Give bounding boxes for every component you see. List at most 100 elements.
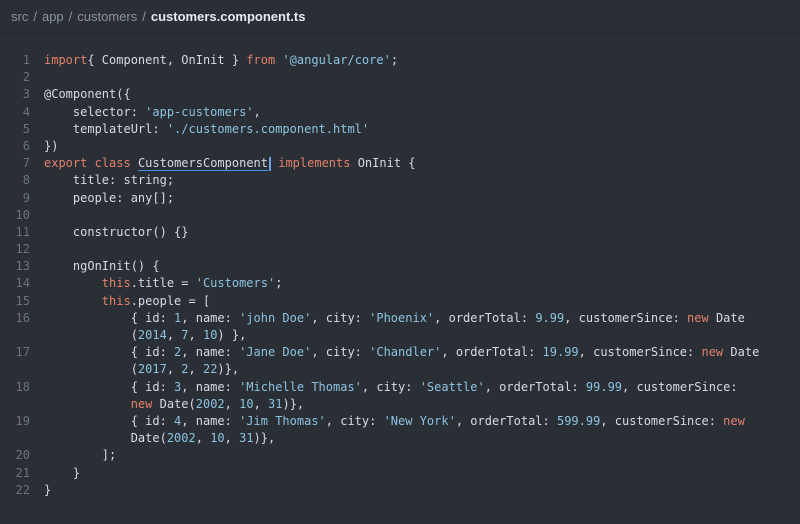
code-token: , name:	[181, 379, 240, 394]
keyword-token: new	[687, 310, 709, 325]
breadcrumb-current-file: customers.component.ts	[150, 9, 306, 24]
breadcrumb-item-app[interactable]: app	[42, 9, 64, 24]
code-token: Date(	[152, 396, 196, 411]
keyword-token: class	[94, 156, 131, 171]
code-text: this.people = [	[44, 293, 210, 310]
code-token: , customerSince:	[622, 379, 738, 394]
code-token: { Component, OnInit }	[87, 53, 247, 67]
class-name-token: CustomersComponent	[137, 156, 268, 172]
code-line[interactable]: 7 export class CustomersComponent impleme…	[0, 155, 800, 172]
line-number	[0, 396, 44, 413]
breadcrumb-separator: /	[68, 9, 73, 24]
code-text: }	[44, 465, 80, 482]
string-token: '@angular/core'	[275, 53, 391, 67]
line-number: 2	[22, 70, 30, 85]
code-token: { id:	[44, 310, 175, 325]
code-line[interactable]: 1 import{ Component, OnInit } from '@angu…	[0, 52, 800, 69]
code-token: constructor() {}	[44, 224, 189, 239]
breadcrumb-item-src[interactable]: src	[11, 9, 28, 24]
code-token: { id:	[44, 413, 175, 428]
line-number: 10	[15, 207, 30, 222]
code-line[interactable]: 3 @Component({	[0, 86, 800, 103]
code-text: ];	[44, 447, 116, 464]
code-token: ,	[253, 396, 269, 411]
code-line[interactable]: 16 { id: 1, name: 'john Doe', city: 'Pho…	[0, 310, 800, 327]
code-line[interactable]: new Date(2002, 10, 31)},	[0, 396, 800, 413]
code-token: ,	[224, 431, 240, 446]
code-token: , customerSince:	[600, 413, 724, 428]
line-number: 20	[15, 448, 30, 463]
code-line[interactable]: 13 ngOnInit() {	[0, 258, 800, 275]
code-token: title: string;	[44, 173, 175, 188]
code-text: import{ Component, OnInit } from '@angul…	[44, 52, 398, 69]
code-line[interactable]: 11 constructor() {}	[0, 224, 800, 241]
code-token: , orderTotal:	[434, 310, 536, 325]
code-line[interactable]: 5 templateUrl: './customers.component.ht…	[0, 121, 800, 138]
string-token: 'Jim Thomas'	[239, 413, 326, 428]
line-number: 12	[15, 242, 30, 257]
code-text: })	[44, 138, 58, 155]
number-token: 31	[268, 396, 283, 411]
code-line[interactable]: 15 this.people = [	[0, 293, 800, 310]
string-token: 'Seattle'	[419, 379, 485, 394]
code-text: { id: 1, name: 'john Doe', city: 'Phoeni…	[44, 310, 745, 327]
code-line[interactable]: 6})	[0, 138, 800, 155]
code-token: (	[44, 362, 138, 377]
code-line[interactable]: 18 { id: 3, name: 'Michelle Thomas', cit…	[0, 379, 800, 396]
code-token: ,	[166, 328, 182, 342]
string-token: 'Michelle Thomas'	[239, 379, 362, 394]
code-line[interactable]: 12	[0, 241, 800, 258]
breadcrumb-item-customers[interactable]: customers	[77, 9, 137, 24]
line-number: 19	[15, 413, 30, 428]
code-line[interactable]: 22}	[0, 482, 800, 499]
code-token: people: any[];	[44, 190, 175, 205]
code-token: (	[44, 328, 138, 342]
code-text: people: any[];	[44, 190, 174, 207]
code-line[interactable]: 20 ];	[0, 447, 800, 464]
breadcrumb-separator: /	[142, 9, 146, 24]
code-token: selector:	[44, 104, 146, 119]
code-line[interactable]: 8 title: string;	[0, 172, 800, 189]
code-token: )},	[282, 396, 305, 411]
code-line[interactable]: 9 people: any[];	[0, 190, 800, 207]
code-editor[interactable]: 1 import{ Component, OnInit } from '@angu…	[0, 34, 800, 499]
number-token: 22	[202, 362, 218, 377]
code-text: @Component({	[44, 86, 131, 103]
code-text: constructor() {}	[44, 224, 189, 241]
keyword-token: new	[701, 345, 724, 360]
line-number: 16	[15, 310, 30, 325]
number-token: 2014	[137, 328, 167, 342]
string-token: 'Phoenix'	[369, 310, 435, 325]
code-line[interactable]: 21 }	[0, 465, 800, 482]
keyword-token: this	[101, 293, 131, 308]
code-text: export class CustomersComponent implemen…	[44, 155, 416, 172]
line-number	[0, 361, 44, 378]
code-line[interactable]: 17 { id: 2, name: 'Jane Doe', city: 'Cha…	[0, 344, 800, 361]
code-line[interactable]: (2014, 7, 10) },	[0, 327, 800, 344]
code-token: , name:	[181, 310, 240, 325]
code-line[interactable]: (2017, 2, 22)},	[0, 361, 800, 378]
code-text: { id: 2, name: 'Jane Doe', city: 'Chandl…	[44, 344, 760, 361]
keyword-token: new	[130, 396, 153, 411]
code-token: ,	[224, 396, 240, 411]
keyword-token: export	[44, 156, 88, 171]
code-line[interactable]: 19 { id: 4, name: 'Jim Thomas', city: 'N…	[0, 413, 800, 430]
code-token: Date(	[44, 431, 167, 446]
code-line[interactable]: 4 selector: 'app-customers',	[0, 104, 800, 121]
code-token: templateUrl:	[44, 121, 167, 136]
code-line[interactable]: Date(2002, 10, 31)},	[0, 430, 800, 447]
code-token: ,	[195, 431, 211, 446]
number-token: 2	[181, 362, 189, 377]
code-text: title: string;	[44, 172, 174, 189]
code-line[interactable]: 14 this.title = 'Customers';	[0, 275, 800, 292]
code-line[interactable]: 10	[0, 207, 800, 224]
breadcrumb: src / app / customers / customers.compon…	[0, 0, 800, 34]
line-number: 1	[22, 53, 30, 67]
code-token: ;	[390, 53, 399, 67]
code-text: (2014, 7, 10) },	[44, 327, 247, 344]
code-token: , orderTotal:	[484, 379, 586, 394]
line-number: 13	[15, 259, 30, 274]
code-line[interactable]: 2	[0, 69, 800, 86]
